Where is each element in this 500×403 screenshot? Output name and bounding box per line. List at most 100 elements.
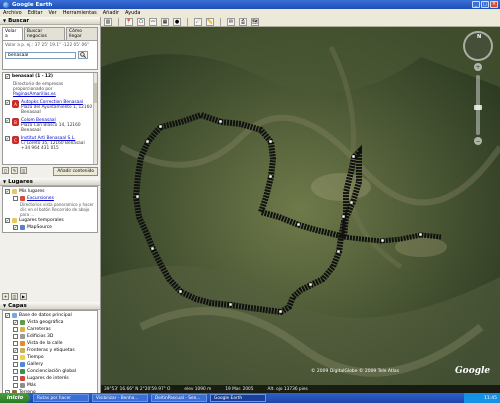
minimize-button[interactable]: _ [472, 1, 480, 8]
zoom-slider[interactable] [474, 75, 482, 135]
layer-item[interactable]: Tiempo [5, 354, 95, 361]
layer-checkbox[interactable] [13, 341, 18, 346]
result-address: Plaza del Ayuntamiento 1, 12160 Benasaal [21, 105, 93, 115]
email-icon[interactable]: ✉ [227, 17, 235, 26]
zoom-in-button[interactable]: + [474, 63, 482, 71]
place-item-mapsource[interactable]: ✔ MapSource [5, 224, 95, 231]
layer-item[interactable]: Lugares de interés [5, 375, 95, 382]
tab-volar-a[interactable]: Volar a [2, 27, 23, 40]
results-scrollbar[interactable] [93, 73, 97, 164]
result-checkbox[interactable]: ✔ [5, 136, 10, 141]
layer-item[interactable]: Concienciación global [5, 368, 95, 375]
result-checkbox[interactable]: ✔ [5, 118, 10, 123]
menu-ver[interactable]: Ver [49, 10, 57, 16]
place-checkbox[interactable] [13, 196, 18, 201]
taskbar-item[interactable]: Visibilizar - Benha... [92, 394, 148, 402]
taskbar-item[interactable]: Rutas por hacer [33, 394, 89, 402]
layer-item[interactable]: Vista de la calle [5, 340, 95, 347]
globe-icon [12, 313, 17, 318]
result-checkbox[interactable]: ✔ [5, 100, 10, 105]
menu-anadir[interactable]: Añadir [103, 10, 119, 16]
search-input[interactable] [5, 51, 76, 59]
close-button[interactable]: × [490, 1, 498, 8]
add-place-icon[interactable]: + [2, 293, 9, 300]
maximize-button[interactable]: □ [481, 1, 489, 8]
place-item-lugares-temporales[interactable]: ✔ Lugares temporales [5, 217, 95, 224]
place-checkbox[interactable]: ✔ [5, 189, 10, 194]
search-button[interactable] [78, 51, 88, 59]
sky-icon[interactable]: ☄ [194, 17, 202, 26]
taskbar-item-active[interactable]: Google Earth [210, 394, 266, 402]
placemark-icon[interactable]: 📍 [125, 17, 133, 26]
layers-panel-header[interactable]: ▼ Capas [0, 302, 100, 310]
result-item[interactable]: ✔ A Autopks Correction Benasaal Plaza de… [5, 100, 95, 115]
overlay-icon[interactable]: ▦ [161, 17, 169, 26]
imagery-copyright: © 2009 DigitalGlobe © 2009 Tele Atlas [310, 369, 400, 374]
ruler-icon[interactable]: 📏 [206, 17, 214, 26]
edit-icon[interactable]: ✎ [11, 167, 18, 174]
search-results: ✔ benasaal (1 - 12) Directorio de empres… [2, 72, 98, 165]
layer-checkbox[interactable] [13, 334, 18, 339]
print-icon[interactable]: ⎙ [239, 17, 247, 26]
menu-archivo[interactable]: Archivo [3, 10, 22, 16]
result-item[interactable]: ✔ C Institut Arti Benasaal S.L. C/ Loret… [5, 136, 95, 151]
clear-results-icon[interactable]: ◻ [2, 167, 9, 174]
layer-item[interactable]: Gallery [5, 361, 95, 368]
layer-label: Lugares de interés [27, 376, 69, 381]
layer-checkbox[interactable]: ✔ [13, 348, 18, 353]
search-panel-header[interactable]: ▼ Buscar [0, 17, 100, 25]
copy-icon[interactable]: ◫ [20, 167, 27, 174]
zoom-slider-thumb[interactable] [474, 105, 482, 110]
place-item-mis-lugares[interactable]: ✔ Mis lugares [5, 188, 95, 195]
results-header[interactable]: ✔ benasaal (1 - 12) [5, 74, 95, 79]
layer-item[interactable]: Carreteras [5, 326, 95, 333]
results-action-icons: ◻ ✎ ◫ [2, 167, 27, 176]
maps-icon[interactable]: 🗺 [251, 17, 259, 26]
layer-checkbox[interactable] [13, 369, 18, 374]
tab-buscar-negocios[interactable]: Buscar negocios [23, 27, 66, 40]
windows-taskbar: inicio Rutas por hacer Visibilizar - Ben… [0, 393, 500, 403]
layer-checkbox[interactable]: ✔ [5, 313, 10, 318]
results-checkbox[interactable]: ✔ [5, 74, 10, 79]
place-label: Mis lugares [19, 189, 45, 194]
tour-play-icon[interactable]: ▶ [20, 293, 27, 300]
layer-item[interactable]: Más [5, 382, 95, 389]
scrollbar-thumb[interactable] [94, 83, 97, 103]
place-checkbox[interactable]: ✔ [5, 218, 10, 223]
map-toolbar: ▥ 📍 ⬠ 〰 ▦ ● ☄ 📏 ✉ ⎙ 🗺 [101, 17, 500, 27]
layer-item[interactable]: ✔ Vista geográfica [5, 319, 95, 326]
layer-checkbox[interactable] [13, 383, 18, 388]
pointer-coordinates: 39°53' 16.66" N 2°20'59.97" O [104, 386, 171, 392]
place-item-excursiones[interactable]: Excursiones [5, 195, 95, 202]
place-label: MapSource [27, 225, 52, 230]
polygon-icon[interactable]: ⬠ [137, 17, 145, 26]
taskbar-item[interactable]: DeltinPascual - Sen... [151, 394, 207, 402]
add-content-button[interactable]: Añadir contenido [53, 167, 98, 176]
place-checkbox[interactable]: ✔ [13, 225, 18, 230]
start-button[interactable]: inicio [0, 393, 30, 403]
menu-herramientas[interactable]: Herramientas [63, 10, 97, 16]
tab-como-llegar[interactable]: Cómo llegar [66, 27, 98, 40]
results-provider-link[interactable]: PaginasAmarillas.es [13, 92, 95, 97]
menu-editar[interactable]: Editar [28, 10, 43, 16]
path-icon[interactable]: 〰 [149, 17, 157, 26]
layer-item[interactable]: ✔ Base de datos principal [5, 312, 95, 319]
layer-checkbox[interactable]: ✔ [13, 320, 18, 325]
navigation-control[interactable]: N + − [460, 31, 496, 151]
layer-checkbox[interactable] [13, 376, 18, 381]
zoom-out-button[interactable]: − [474, 137, 482, 145]
layer-checkbox[interactable] [13, 362, 18, 367]
layer-item[interactable]: Edificios 3D [5, 333, 95, 340]
look-ring[interactable]: N [463, 31, 493, 61]
layer-item[interactable]: ✔ Fronteras y etiquetas [5, 347, 95, 354]
place-label[interactable]: Excursiones [27, 196, 54, 201]
layer-checkbox[interactable] [13, 355, 18, 360]
places-panel-header[interactable]: ▼ Lugares [0, 178, 100, 186]
tour-icon[interactable]: ● [173, 17, 181, 26]
menu-ayuda[interactable]: Ayuda [125, 10, 140, 16]
result-item[interactable]: ✔ B Colom Benasaal Plaza Con Blasco 14, … [5, 118, 95, 133]
layer-checkbox[interactable] [13, 327, 18, 332]
sidebar-toggle-icon[interactable]: ▥ [104, 17, 112, 26]
folder-add-icon[interactable]: ◫ [11, 293, 18, 300]
map-view[interactable]: N + − © 2009 DigitalGlobe © 2009 Tele At… [101, 27, 500, 393]
